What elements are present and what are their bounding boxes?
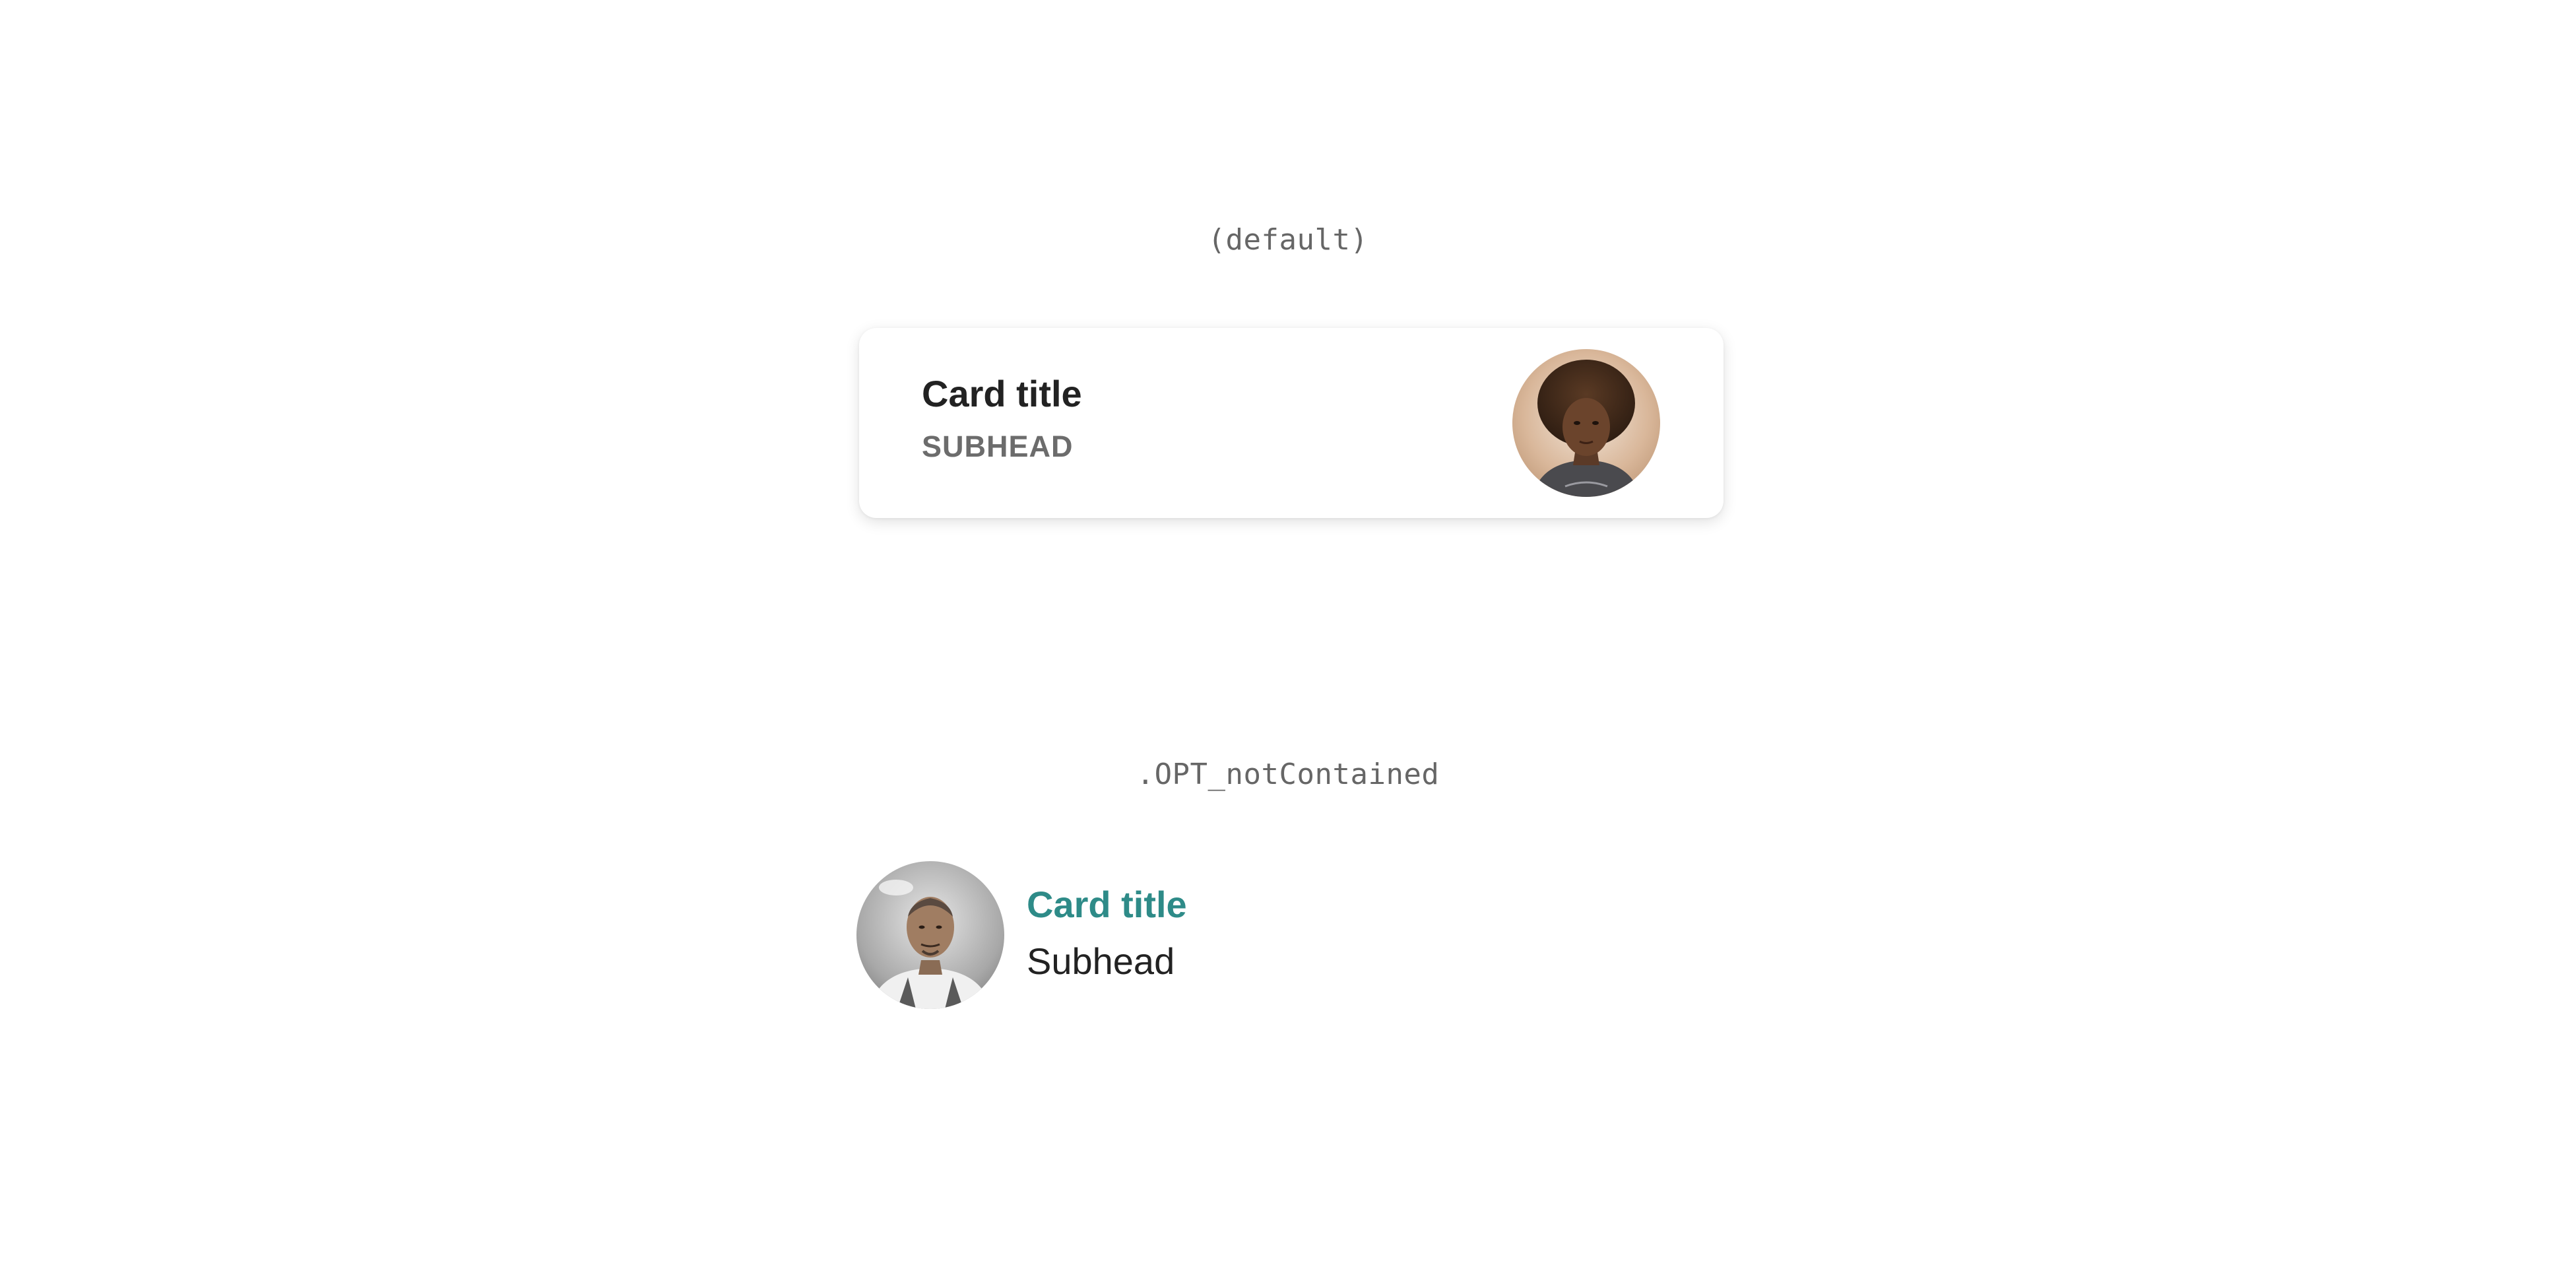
- contained-card[interactable]: Card title SUBHEAD: [859, 328, 1723, 518]
- card-subhead: Subhead: [1027, 940, 1175, 982]
- variant-label-default: (default): [1208, 223, 1368, 257]
- woman-portrait-avatar: [1512, 349, 1660, 497]
- card-title: Card title: [1027, 884, 1187, 925]
- variant-label-not-contained: .OPT_notContained: [1136, 758, 1440, 791]
- page: (default) Card title SUBHEAD .OPT_notCon…: [0, 0, 2576, 1267]
- card-subhead: SUBHEAD: [922, 430, 1074, 463]
- not-contained-card[interactable]: Card title Subhead: [856, 861, 1450, 1013]
- man-chef-portrait-avatar: [856, 861, 1004, 1009]
- card-title: Card title: [922, 373, 1082, 414]
